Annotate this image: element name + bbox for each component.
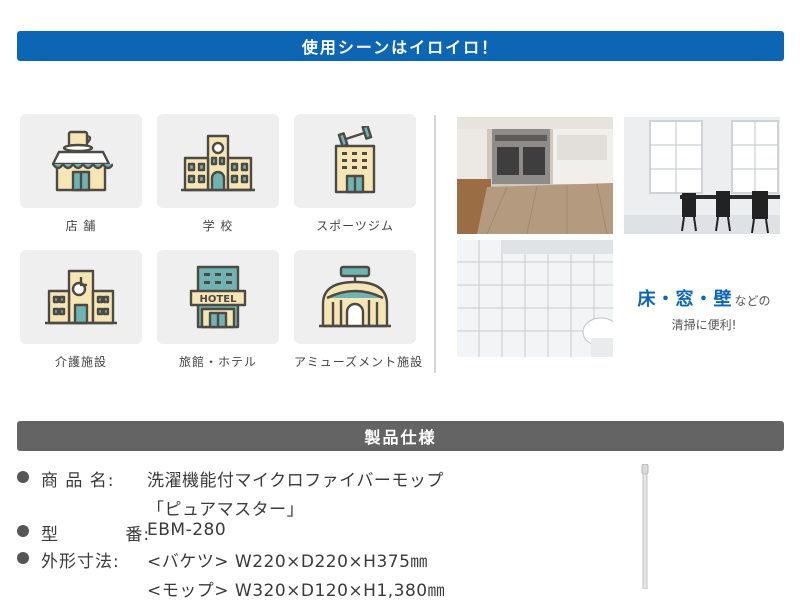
gym-icon xyxy=(334,126,376,194)
shop-icon xyxy=(51,130,113,192)
bullet-icon xyxy=(17,525,29,537)
tile-label: 介護施設 xyxy=(54,355,107,369)
spec-value: 洗濯機能付マイクロファイバーモップ xyxy=(147,471,444,491)
hotel-icon: HOTEL xyxy=(189,265,247,329)
school-icon xyxy=(181,134,255,192)
spec-value: EBM-280 xyxy=(147,520,227,540)
tiled-wall-photo xyxy=(457,240,613,357)
spec-row-model-number: 型 番: EBM-280 xyxy=(17,520,226,545)
spec-label: 外形寸法: xyxy=(41,552,120,572)
spec-label: 型 番: xyxy=(41,525,151,545)
bullet-icon xyxy=(17,471,29,483)
kitchen-floor-photo xyxy=(457,117,613,234)
spec-section-title: 製品仕様 xyxy=(17,421,784,451)
spec-label: 商 品 名: xyxy=(41,471,115,491)
spec-value: 「ピュアマスター」 xyxy=(147,500,305,520)
tile-label: 旅館・ホテル xyxy=(178,355,257,369)
spec-label: 型 番: xyxy=(41,520,151,545)
care-facility-icon xyxy=(45,269,117,325)
hotel-sign-text: HOTEL xyxy=(200,294,238,305)
promo-subtext: 清掃に便利! xyxy=(671,318,737,332)
usage-tile-amusement: アミューズメント施設 xyxy=(294,250,424,370)
tile-label: 店 舗 xyxy=(65,219,97,233)
usage-tile-care-facility: 介護施設 xyxy=(20,250,142,370)
amusement-icon xyxy=(319,265,391,328)
promo-suffix: などの xyxy=(734,294,771,308)
usage-tile-hotel: HOTEL 旅館・ホテル xyxy=(157,250,279,370)
window-room-photo xyxy=(624,117,780,234)
cleaning-promo: 床・窓・壁 などの 清掃に便利! xyxy=(624,285,784,333)
spec-value: <バケツ> W220×D220×H375㎜ xyxy=(147,552,428,572)
tile-label: アミューズメント施設 xyxy=(294,355,424,369)
mop-product-image xyxy=(641,464,649,589)
usage-tile-gym: スポーツジム xyxy=(294,114,416,234)
spec-row-dimensions: 外形寸法: <バケツ> W220×D220×H375㎜ <モップ> W320×D… xyxy=(17,547,445,601)
promo-surfaces: 床・窓・壁 xyxy=(637,289,733,310)
spec-row-product-name: 商 品 名: 洗濯機能付マイクロファイバーモップ 「ピュアマスター」 xyxy=(17,466,444,520)
bullet-icon xyxy=(17,552,29,564)
usage-tile-shop: 店 舗 xyxy=(20,114,142,234)
uses-section-title: 使用シーンはイロイロ！ xyxy=(17,31,784,61)
usage-tile-school: 学 校 xyxy=(157,114,279,234)
tile-label: スポーツジム xyxy=(316,219,394,233)
tile-label: 学 校 xyxy=(202,219,234,233)
vertical-divider xyxy=(434,115,436,373)
